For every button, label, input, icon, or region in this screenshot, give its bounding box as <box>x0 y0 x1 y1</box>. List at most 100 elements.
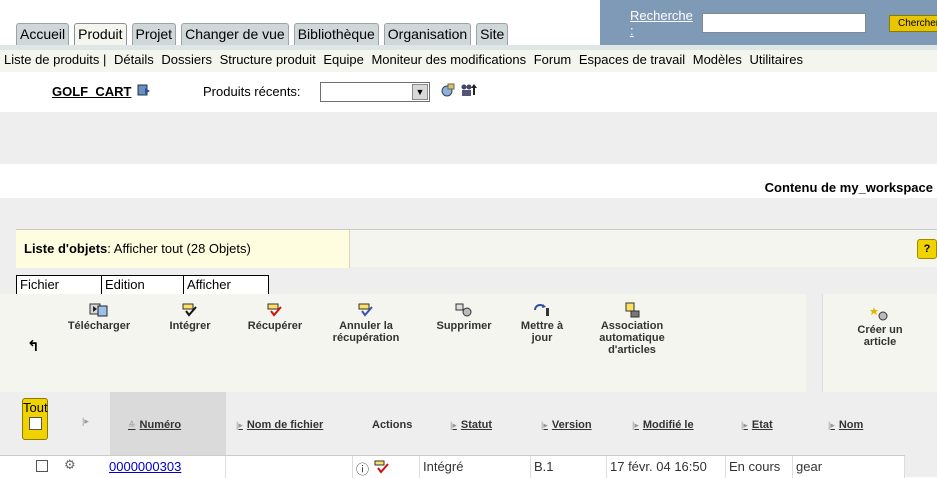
column-modified-label: Modifié le <box>642 419 694 431</box>
download-label: Télécharger <box>67 320 131 332</box>
menu-fichier[interactable]: Fichier <box>16 275 101 295</box>
auto-association-label-2: automatique <box>599 332 665 344</box>
cell-actions: ⓘ <box>353 456 420 478</box>
recent-products-select[interactable]: ▼ <box>320 82 430 102</box>
checkout-icon <box>235 302 315 320</box>
panel-header: Liste d'objets: Afficher tout (28 Objets… <box>16 229 937 268</box>
subnav-product-list[interactable]: Liste de produits | <box>4 52 106 67</box>
panel-title-count: : Afficher tout (28 Objets) <box>107 241 251 256</box>
sort-marker-icon: |▸ <box>741 420 748 430</box>
cell-filename <box>226 456 353 478</box>
help-button[interactable]: ? <box>917 239 937 259</box>
update-label-1: Mettre à <box>520 320 564 332</box>
delete-tool[interactable]: Supprimer <box>425 302 503 332</box>
undo-checkout-icon <box>323 302 409 320</box>
create-article-label-2: article <box>863 336 897 348</box>
table-header: Tout |▸ ≙ Numéro |▸ Nom de fichier Actions… <box>0 392 937 455</box>
panel-title-bold: Liste d'objets <box>24 241 108 256</box>
workspace-title: Contenu de my_workspace <box>764 180 933 195</box>
main-tabs: Accueil Produit Projet Changer de vue Bi… <box>16 23 509 45</box>
subnav-product-structure[interactable]: Structure produit <box>220 52 316 67</box>
cell-statut: Intégré <box>420 456 531 478</box>
recent-products-label: Produits récents: <box>203 84 301 99</box>
subnav-folders[interactable]: Dossiers <box>161 52 212 67</box>
product-info-icon[interactable] <box>136 82 152 98</box>
object-menubar: Fichier Edition Afficher <box>16 275 269 295</box>
column-numero[interactable]: ≙ Numéro <box>128 419 181 431</box>
column-statut-label: Statut <box>460 419 493 431</box>
cell-modified: 17 févr. 04 16:50 <box>607 456 726 478</box>
search-area: Recherche : Chercher <box>630 8 937 38</box>
update-tool[interactable]: Mettre à jour <box>512 302 572 344</box>
chevron-down-icon: ▼ <box>412 84 428 100</box>
column-modified[interactable]: |▸ Modifié le <box>632 419 694 431</box>
object-number-link[interactable]: 0000000303 <box>109 459 181 474</box>
undo-checkout-label-2: récupération <box>332 332 400 344</box>
column-version-label: Version <box>551 419 592 431</box>
column-numero-label: Numéro <box>139 419 182 431</box>
column-etat-label: Etat <box>751 419 773 431</box>
auto-association-tool[interactable]: Association automatique d'articles <box>584 302 680 356</box>
delete-label: Supprimer <box>436 320 492 332</box>
undo-checkout-tool[interactable]: Annuler la récupération <box>323 302 409 344</box>
sort-marker-icon: |▸ <box>236 420 243 430</box>
column-nom[interactable]: |▸ Nom <box>828 419 863 431</box>
subnav-workspaces[interactable]: Espaces de travail <box>579 52 685 67</box>
column-nom-label: Nom <box>838 419 864 431</box>
update-icon <box>512 302 572 320</box>
select-all-label: Tout <box>23 400 48 415</box>
subnav-forum[interactable]: Forum <box>534 52 572 67</box>
action-toolbar: ↰ Télécharger Intégrer Récupérer Annuler… <box>0 294 806 392</box>
column-filename[interactable]: |▸ Nom de fichier <box>236 419 323 431</box>
checkin-label: Intégrer <box>169 320 211 332</box>
undo-checkout-label-1: Annuler la <box>339 320 393 332</box>
download-tool[interactable]: Télécharger <box>58 302 140 332</box>
tab-site[interactable]: Site <box>476 23 509 45</box>
back-arrow-icon[interactable]: ↰ <box>27 337 40 355</box>
create-article-tool[interactable]: Créer un article <box>822 294 937 392</box>
tab-bibliotheque[interactable]: Bibliothèque <box>293 23 379 45</box>
subnav-details[interactable]: Détails <box>114 52 154 67</box>
cell-numero: 0000000303 <box>106 456 226 478</box>
sort-asc-icon: ≙ <box>128 420 136 430</box>
table-row: ⚙ 0000000303 ⓘ Intégré B.1 17 févr. 04 1… <box>0 455 905 478</box>
checkout-row-icon[interactable] <box>373 460 391 477</box>
product-tools-icon[interactable] <box>440 82 456 98</box>
search-input[interactable] <box>702 13 867 33</box>
tab-organisation[interactable]: Organisation <box>383 23 472 45</box>
sort-marker-icon: |▸ <box>450 420 457 430</box>
object-list-panel: Liste d'objets: Afficher tout (28 Objets… <box>0 229 937 478</box>
sort-marker-icon: |▸ <box>632 420 639 430</box>
checkout-tool[interactable]: Récupérer <box>235 302 315 332</box>
cell-nom: gear <box>793 456 905 478</box>
tab-changer-de-vue[interactable]: Changer de vue <box>181 23 289 45</box>
sort-marker-icon: |▸ <box>828 420 835 430</box>
tab-accueil[interactable]: Accueil <box>16 23 70 45</box>
context-bar: GOLF_CART Produits récents: ▼ <box>0 72 937 112</box>
checkout-label: Récupérer <box>247 320 303 332</box>
tab-produit[interactable]: Produit <box>74 23 127 45</box>
column-statut[interactable]: |▸ Statut <box>450 419 492 431</box>
product-subnav: Liste de produits | Détails Dossiers Str… <box>0 50 937 72</box>
team-upload-icon[interactable] <box>460 82 477 98</box>
info-icon[interactable]: ⓘ <box>356 462 369 477</box>
subnav-utilities[interactable]: Utilitaires <box>750 52 803 67</box>
select-all-checkbox[interactable] <box>28 417 42 430</box>
column-version[interactable]: |▸ Version <box>541 419 592 431</box>
column-filename-label: Nom de fichier <box>246 419 324 431</box>
menu-afficher[interactable]: Afficher <box>183 275 269 295</box>
tab-projet[interactable]: Projet <box>131 23 177 45</box>
delete-icon <box>425 302 503 320</box>
subnav-templates[interactable]: Modèles <box>693 52 742 67</box>
column-etat[interactable]: |▸ Etat <box>741 419 773 431</box>
menu-edition[interactable]: Edition <box>101 275 183 295</box>
checkin-tool[interactable]: Intégrer <box>156 302 224 332</box>
search-link[interactable]: Recherche : <box>630 8 698 38</box>
spacer-band <box>0 112 937 164</box>
product-name-link[interactable]: GOLF_CART <box>52 84 131 99</box>
row-checkbox[interactable] <box>36 460 48 472</box>
subnav-change-monitor[interactable]: Moniteur des modifications <box>371 52 526 67</box>
subnav-team[interactable]: Equipe <box>323 52 363 67</box>
search-button[interactable]: Chercher <box>889 14 937 32</box>
select-all[interactable]: Tout <box>22 398 48 440</box>
